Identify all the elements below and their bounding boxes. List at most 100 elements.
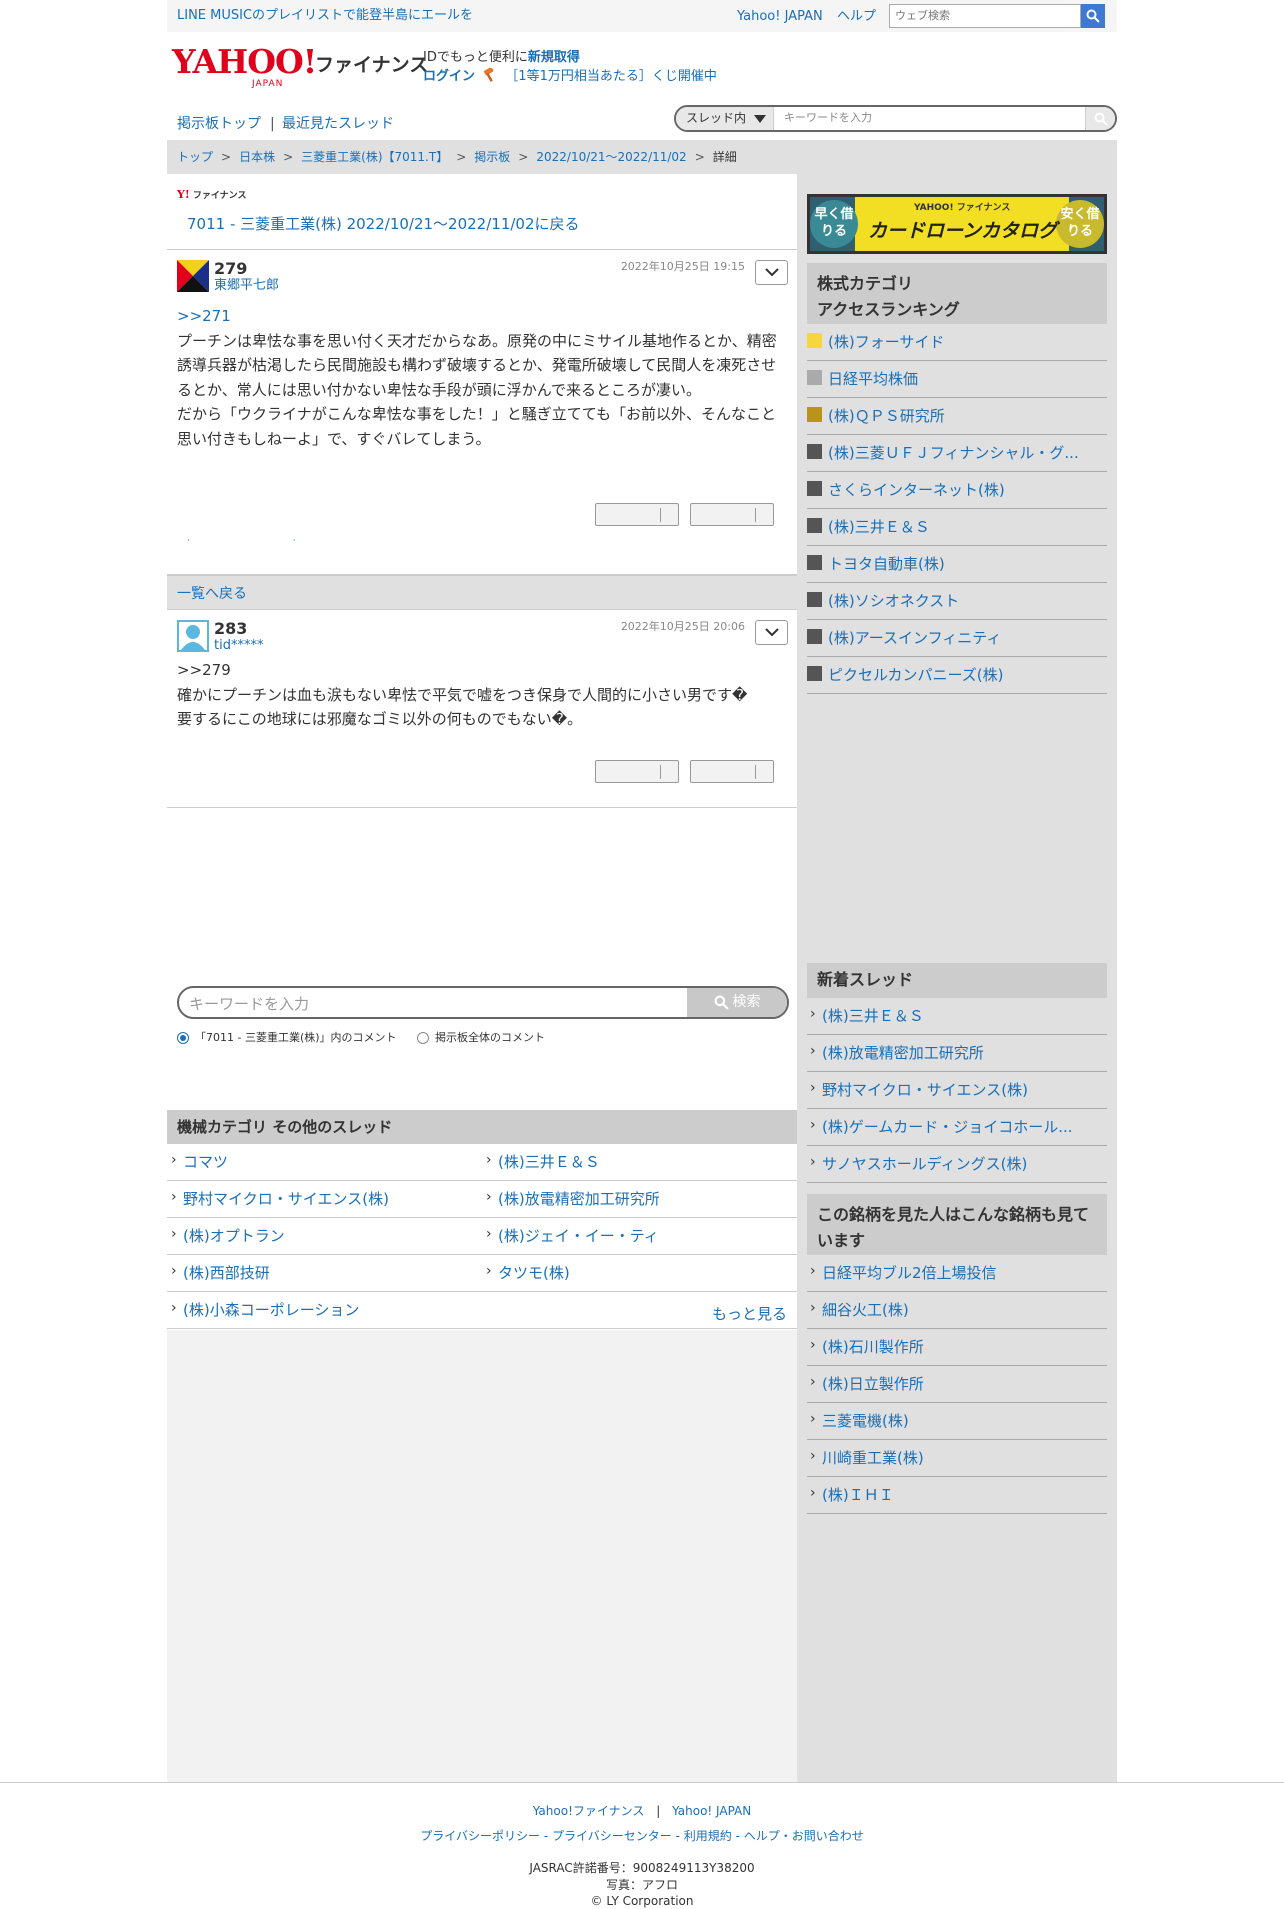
category-thread-item[interactable]: コマツ: [167, 1144, 482, 1181]
new-thread-item[interactable]: (株)三井Ｅ＆Ｓ: [807, 998, 1107, 1035]
category-thread-item[interactable]: (株)小森コーポレーション: [167, 1292, 797, 1329]
footer-yahoo-link[interactable]: Yahoo! JAPAN: [672, 1804, 751, 1818]
ranking-item[interactable]: (株)三井Ｅ＆Ｓ: [807, 509, 1107, 546]
ranking-item[interactable]: ピクセルカンパニーズ(株): [807, 657, 1107, 694]
hammer-icon: [484, 67, 494, 82]
ad-left-badge: 早く借りる: [810, 200, 858, 248]
header-account-info: IDでもっと便利に新規取得 ログイン ［1等1万円相当あたる］くじ開催中: [423, 48, 717, 86]
avatar[interactable]: [177, 260, 209, 292]
ranking-item[interactable]: (株)三菱ＵＦＪフィナンシャル・グ...: [807, 435, 1107, 472]
post-user[interactable]: 東郷平七郎: [214, 277, 279, 295]
yahoo-japan-link[interactable]: Yahoo! JAPAN: [737, 8, 823, 26]
radio-unchecked: [417, 1032, 429, 1045]
ranking-item[interactable]: (株)アースインフィニティ: [807, 620, 1107, 657]
lottery-link[interactable]: ［1等1万円相当あたる］くじ開催中: [505, 69, 717, 84]
tab-board-top[interactable]: 掲示板トップ: [177, 115, 261, 134]
ranking-item[interactable]: (株)フォーサイド: [807, 324, 1107, 361]
category-thread-item[interactable]: (株)西部技研: [167, 1255, 482, 1292]
also-viewed-item[interactable]: (株)日立製作所: [807, 1366, 1107, 1403]
tab-recent-threads[interactable]: 最近見たスレッド: [282, 115, 394, 134]
like-button[interactable]: [595, 503, 679, 526]
footer-finance-link[interactable]: Yahoo!ファイナンス: [533, 1804, 645, 1818]
breadcrumb-japan-stocks[interactable]: 日本株: [239, 150, 275, 164]
new-thread-item[interactable]: 野村マイクロ・サイエンス(株): [807, 1072, 1107, 1109]
login-link[interactable]: ログイン: [423, 69, 475, 84]
category-thread-item[interactable]: 野村マイクロ・サイエンス(株): [167, 1181, 482, 1218]
ranking-item[interactable]: (株)ＱＰＳ研究所: [807, 398, 1107, 435]
also-viewed-item[interactable]: (株)ＩＨＩ: [807, 1477, 1107, 1514]
card-loan-ad-banner[interactable]: 早く借りる 安く借りる YAHOO! ファイナンス カードローンカタログ: [807, 194, 1107, 254]
breadcrumb-board[interactable]: 掲示板: [474, 150, 510, 164]
web-search-button[interactable]: [1081, 4, 1105, 28]
category-thread-item[interactable]: タツモ(株): [482, 1255, 797, 1292]
also-viewed-item[interactable]: 三菱電機(株): [807, 1403, 1107, 1440]
thread-back-link[interactable]: 7011 - 三菱重工業(株) 2022/10/21〜2022/11/02に戻る: [187, 214, 580, 234]
new-thread-item[interactable]: (株)ゲームカード・ジョイコホール...: [807, 1109, 1107, 1146]
category-thread-item[interactable]: (株)放電精密加工研究所: [482, 1181, 797, 1218]
ranking-item[interactable]: (株)ソシオネクスト: [807, 583, 1107, 620]
category-thread-item[interactable]: (株)三井Ｅ＆Ｓ: [482, 1144, 797, 1181]
radio-all-comments[interactable]: 掲示板全体のコメント: [417, 1031, 545, 1046]
dislike-button[interactable]: [690, 503, 774, 526]
comment-search-box: キーワードを入力 検索: [177, 986, 789, 1019]
signup-link[interactable]: 新規取得: [528, 50, 580, 65]
ranking-item[interactable]: 日経平均株価: [807, 361, 1107, 398]
breadcrumb-current: 詳細: [712, 150, 737, 164]
comment-post: 279 東郷平七郎 2022年10月25日 19:15 >>271 プーチンは卑…: [167, 250, 797, 576]
category-thread-item[interactable]: (株)オプトラン: [167, 1218, 482, 1255]
dislike-button[interactable]: [690, 760, 774, 783]
rank-color-marker: [807, 481, 822, 496]
breadcrumb-stock[interactable]: 三菱重工業(株)【7011.T】: [301, 150, 448, 164]
yahoo-finance-logo[interactable]: YAHOO! JAPAN ファイナンス: [172, 42, 428, 89]
rank-color-marker: [807, 333, 822, 348]
more-threads-link[interactable]: もっと見る: [712, 1304, 787, 1324]
radio-thread-comments[interactable]: 「7011 - 三菱重工業(株)」内のコメント: [177, 1031, 397, 1046]
avatar[interactable]: [177, 620, 209, 652]
new-thread-item-label: 野村マイクロ・サイエンス(株): [822, 1081, 1028, 1099]
post-text: プーチンは卑怯な事を思い付く天才だからなあ。原発の中にミサイル基地作るとか、精密…: [177, 331, 777, 448]
back-to-list-link[interactable]: 一覧へ戻る: [177, 586, 247, 602]
ranking-item[interactable]: トヨタ自動車(株): [807, 546, 1107, 583]
also-viewed-item[interactable]: 細谷火工(株): [807, 1292, 1107, 1329]
new-thread-item[interactable]: サノヤスホールディングス(株): [807, 1146, 1107, 1183]
comment-search-input[interactable]: キーワードを入力: [189, 994, 309, 1014]
main-column: Y! ファイナンス 7011 - 三菱重工業(株) 2022/10/21〜202…: [167, 174, 797, 1782]
category-threads-heading: 機械カテゴリ その他のスレッド: [167, 1110, 797, 1144]
help-link[interactable]: ヘルプ: [837, 8, 876, 26]
footer-policy-links[interactable]: プライバシーポリシー - プライバシーセンター - 利用規約 - ヘルプ・お問い…: [0, 1828, 1284, 1844]
thread-search-button[interactable]: [1085, 107, 1115, 130]
ad-text: カードローンカタログ: [868, 220, 1058, 242]
rank-color-marker: [807, 444, 822, 459]
breadcrumb-thread[interactable]: 2022/10/21〜2022/11/02: [536, 150, 686, 164]
category-thread-item[interactable]: (株)ジェイ・イー・ティ: [482, 1218, 797, 1255]
finance-small-logo: Y! ファイナンス: [177, 188, 246, 203]
breadcrumb-top[interactable]: トップ: [177, 150, 213, 164]
ranking-item-label: トヨタ自動車(株): [828, 555, 945, 573]
post-reply-ref-text: >>279: [177, 661, 231, 679]
rank-color-marker: [807, 518, 822, 533]
comment-search-button[interactable]: 検索: [687, 988, 787, 1017]
search-icon: [714, 995, 729, 1010]
post-menu-button[interactable]: [755, 620, 788, 645]
ranking-item[interactable]: さくらインターネット(株): [807, 472, 1107, 509]
ad-space: [167, 808, 797, 986]
post-reply-ref[interactable]: >>271: [177, 304, 789, 329]
search-scope-select[interactable]: スレッド内: [676, 107, 774, 130]
post-user[interactable]: tid*****: [214, 637, 263, 655]
logo-yahoo: YAHOO!: [172, 42, 317, 81]
thread-search-input[interactable]: キーワードを入力: [784, 111, 872, 126]
post-menu-button[interactable]: [755, 260, 788, 285]
also-viewed-item[interactable]: (株)石川製作所: [807, 1329, 1107, 1366]
also-viewed-item-label: 川崎重工業(株): [822, 1449, 924, 1467]
also-viewed-item[interactable]: 日経平均ブル2倍上場投信: [807, 1255, 1107, 1292]
promo-link[interactable]: LINE MUSICのプレイリストで能登半島にエールを: [177, 7, 473, 25]
finance-brand: ファイナンス: [192, 191, 247, 201]
chevron-down-icon: [764, 628, 779, 637]
also-viewed-item[interactable]: 川崎重工業(株): [807, 1440, 1107, 1477]
web-search-input[interactable]: ウェブ検索: [889, 4, 1081, 28]
ad-right-badge: 安く借りる: [1056, 200, 1104, 248]
rank-color-marker: [807, 592, 822, 607]
like-button[interactable]: [595, 760, 679, 783]
new-thread-item[interactable]: (株)放電精密加工研究所: [807, 1035, 1107, 1072]
ranking-item-label: (株)三井Ｅ＆Ｓ: [828, 518, 930, 536]
